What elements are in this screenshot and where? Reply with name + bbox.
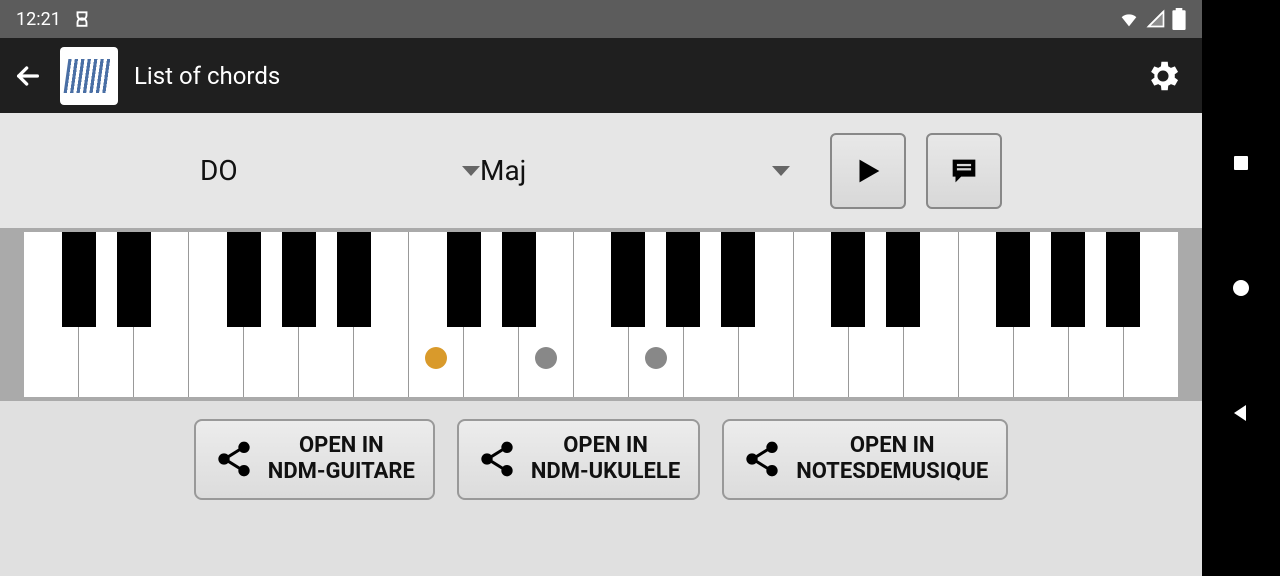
black-key[interactable] xyxy=(611,232,645,327)
gear-icon[interactable] xyxy=(1144,57,1182,95)
black-key[interactable] xyxy=(666,232,700,327)
share-icon xyxy=(214,439,254,479)
open-ndm-guitare-button[interactable]: OPEN IN NDM-GUITARE xyxy=(194,419,435,500)
status-bar: 12:21 xyxy=(0,0,1202,38)
share-label: OPEN IN NOTESDEMUSIQUE xyxy=(796,433,988,486)
share-icon xyxy=(477,439,517,479)
black-key[interactable] xyxy=(117,232,151,327)
share-icon xyxy=(742,439,782,479)
play-icon xyxy=(851,154,885,188)
status-time: 12:21 xyxy=(16,9,61,30)
chord-note-dot xyxy=(645,347,667,369)
recents-icon[interactable] xyxy=(1229,151,1253,175)
notes-button[interactable] xyxy=(926,133,1002,209)
page-title: List of chords xyxy=(134,62,1128,90)
comment-icon xyxy=(947,154,981,188)
status-app-icon xyxy=(73,10,91,28)
piano-keyboard[interactable] xyxy=(24,232,1178,397)
app-logo xyxy=(60,47,118,105)
black-key[interactable] xyxy=(721,232,755,327)
open-ndm-ukulele-button[interactable]: OPEN IN NDM-UKULELE xyxy=(457,419,700,500)
chord-note-dot xyxy=(535,347,557,369)
share-label: OPEN IN NDM-GUITARE xyxy=(268,433,415,486)
system-nav-bar xyxy=(1202,0,1280,576)
chevron-down-icon xyxy=(772,166,790,176)
black-key[interactable] xyxy=(502,232,536,327)
home-icon[interactable] xyxy=(1229,276,1253,300)
black-key[interactable] xyxy=(831,232,865,327)
battery-icon xyxy=(1172,8,1186,30)
black-key[interactable] xyxy=(447,232,481,327)
share-label: OPEN IN NDM-UKULELE xyxy=(531,433,680,486)
black-key[interactable] xyxy=(996,232,1030,327)
signal-icon xyxy=(1146,9,1166,29)
black-key[interactable] xyxy=(1051,232,1085,327)
back-icon[interactable] xyxy=(12,60,44,92)
chord-root-dot xyxy=(425,347,447,369)
note-dropdown[interactable]: DO xyxy=(200,154,480,187)
quality-dropdown[interactable]: Maj xyxy=(480,154,790,187)
black-key[interactable] xyxy=(62,232,96,327)
black-key[interactable] xyxy=(337,232,371,327)
black-key[interactable] xyxy=(886,232,920,327)
share-row: OPEN IN NDM-GUITARE OPEN IN NDM-UKULELE … xyxy=(0,401,1202,518)
note-value: DO xyxy=(200,154,238,187)
play-button[interactable] xyxy=(830,133,906,209)
app-bar: List of chords xyxy=(0,38,1202,113)
wifi-icon xyxy=(1118,8,1140,30)
back-nav-icon[interactable] xyxy=(1229,401,1253,425)
chevron-down-icon xyxy=(462,166,480,176)
open-notesdemusique-button[interactable]: OPEN IN NOTESDEMUSIQUE xyxy=(722,419,1008,500)
chord-controls: DO Maj xyxy=(0,113,1202,228)
black-key[interactable] xyxy=(282,232,316,327)
quality-value: Maj xyxy=(480,154,526,187)
black-key[interactable] xyxy=(1106,232,1140,327)
black-key[interactable] xyxy=(227,232,261,327)
